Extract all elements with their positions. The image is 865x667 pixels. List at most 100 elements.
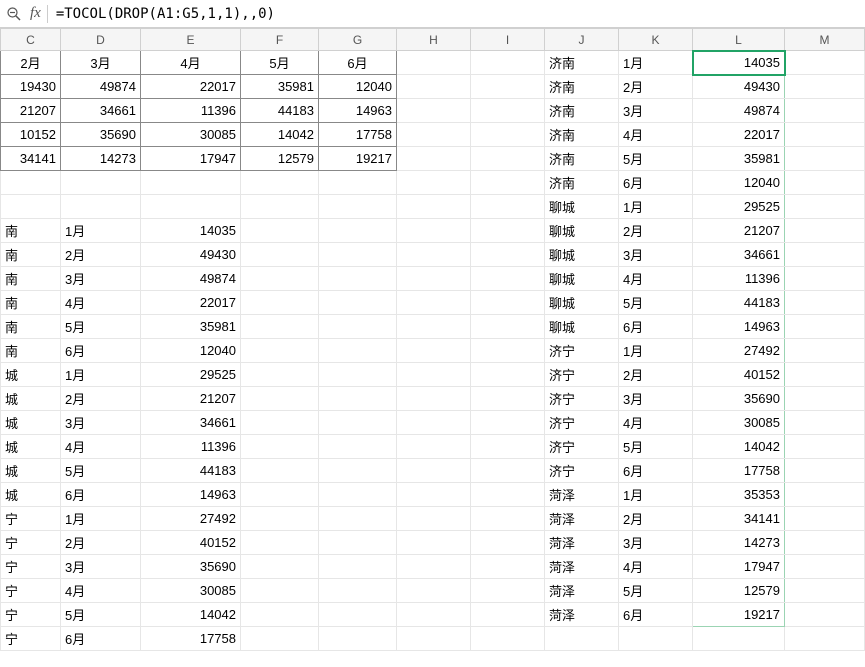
cell-G15[interactable] — [319, 387, 397, 411]
cell-J8[interactable]: 聊城 — [545, 219, 619, 243]
cell-E6[interactable] — [141, 171, 241, 195]
spreadsheet-grid[interactable]: CDEFGHIJKLM2月3月4月5月6月济南1月140351943049874… — [0, 28, 865, 651]
cell-J24[interactable]: 菏泽 — [545, 603, 619, 627]
cell-J5[interactable]: 济南 — [545, 147, 619, 171]
cell-M10[interactable] — [785, 267, 865, 291]
cell-J1[interactable]: 济南 — [545, 51, 619, 75]
cell-F21[interactable] — [241, 531, 319, 555]
cell-L2[interactable]: 49430 — [693, 75, 785, 99]
cell-E4[interactable]: 30085 — [141, 123, 241, 147]
cell-E5[interactable]: 17947 — [141, 147, 241, 171]
cell-M18[interactable] — [785, 459, 865, 483]
cell-C10[interactable]: 南 — [1, 267, 61, 291]
cell-M1[interactable] — [785, 51, 865, 75]
cell-L22[interactable]: 17947 — [693, 555, 785, 579]
cell-H22[interactable] — [397, 555, 471, 579]
cell-L3[interactable]: 49874 — [693, 99, 785, 123]
cell-F18[interactable] — [241, 459, 319, 483]
cell-G3[interactable]: 14963 — [319, 99, 397, 123]
cell-J11[interactable]: 聊城 — [545, 291, 619, 315]
cell-E9[interactable]: 49430 — [141, 243, 241, 267]
cell-I13[interactable] — [471, 339, 545, 363]
cell-M2[interactable] — [785, 75, 865, 99]
cell-K21[interactable]: 3月 — [619, 531, 693, 555]
cell-J10[interactable]: 聊城 — [545, 267, 619, 291]
cell-K3[interactable]: 3月 — [619, 99, 693, 123]
cell-D19[interactable]: 6月 — [61, 483, 141, 507]
cell-J3[interactable]: 济南 — [545, 99, 619, 123]
cell-G17[interactable] — [319, 435, 397, 459]
cell-I24[interactable] — [471, 603, 545, 627]
cell-I9[interactable] — [471, 243, 545, 267]
cell-J21[interactable]: 菏泽 — [545, 531, 619, 555]
cell-I4[interactable] — [471, 123, 545, 147]
cell-I15[interactable] — [471, 387, 545, 411]
cell-G1[interactable]: 6月 — [319, 51, 397, 75]
cell-D20[interactable]: 1月 — [61, 507, 141, 531]
cell-F3[interactable]: 44183 — [241, 99, 319, 123]
cell-D15[interactable]: 2月 — [61, 387, 141, 411]
cell-D13[interactable]: 6月 — [61, 339, 141, 363]
cell-G21[interactable] — [319, 531, 397, 555]
cell-J12[interactable]: 聊城 — [545, 315, 619, 339]
col-header-C[interactable]: C — [1, 29, 61, 51]
cell-D6[interactable] — [61, 171, 141, 195]
cell-J17[interactable]: 济宁 — [545, 435, 619, 459]
cell-C25[interactable]: 宁 — [1, 627, 61, 651]
cell-L20[interactable]: 34141 — [693, 507, 785, 531]
cell-D23[interactable]: 4月 — [61, 579, 141, 603]
cell-C18[interactable]: 城 — [1, 459, 61, 483]
cell-J4[interactable]: 济南 — [545, 123, 619, 147]
cell-M16[interactable] — [785, 411, 865, 435]
col-header-M[interactable]: M — [785, 29, 865, 51]
zoom-out-icon[interactable] — [4, 4, 24, 24]
cell-E2[interactable]: 22017 — [141, 75, 241, 99]
cell-J19[interactable]: 菏泽 — [545, 483, 619, 507]
cell-M25[interactable] — [785, 627, 865, 651]
cell-K8[interactable]: 2月 — [619, 219, 693, 243]
cell-I21[interactable] — [471, 531, 545, 555]
cell-D17[interactable]: 4月 — [61, 435, 141, 459]
cell-E18[interactable]: 44183 — [141, 459, 241, 483]
cell-I6[interactable] — [471, 171, 545, 195]
cell-I16[interactable] — [471, 411, 545, 435]
cell-E16[interactable]: 34661 — [141, 411, 241, 435]
cell-H10[interactable] — [397, 267, 471, 291]
cell-F23[interactable] — [241, 579, 319, 603]
cell-G11[interactable] — [319, 291, 397, 315]
cell-L18[interactable]: 17758 — [693, 459, 785, 483]
col-header-I[interactable]: I — [471, 29, 545, 51]
cell-D25[interactable]: 6月 — [61, 627, 141, 651]
cell-L16[interactable]: 30085 — [693, 411, 785, 435]
cell-I12[interactable] — [471, 315, 545, 339]
cell-J25[interactable] — [545, 627, 619, 651]
cell-K17[interactable]: 5月 — [619, 435, 693, 459]
cell-G5[interactable]: 19217 — [319, 147, 397, 171]
cell-K12[interactable]: 6月 — [619, 315, 693, 339]
cell-G2[interactable]: 12040 — [319, 75, 397, 99]
cell-L12[interactable]: 14963 — [693, 315, 785, 339]
cell-C2[interactable]: 19430 — [1, 75, 61, 99]
cell-D3[interactable]: 34661 — [61, 99, 141, 123]
cell-F5[interactable]: 12579 — [241, 147, 319, 171]
cell-I14[interactable] — [471, 363, 545, 387]
cell-H13[interactable] — [397, 339, 471, 363]
cell-H8[interactable] — [397, 219, 471, 243]
cell-K13[interactable]: 1月 — [619, 339, 693, 363]
cell-L25[interactable] — [693, 627, 785, 651]
cell-E20[interactable]: 27492 — [141, 507, 241, 531]
cell-C5[interactable]: 34141 — [1, 147, 61, 171]
cell-I23[interactable] — [471, 579, 545, 603]
cell-I25[interactable] — [471, 627, 545, 651]
cell-D2[interactable]: 49874 — [61, 75, 141, 99]
cell-D8[interactable]: 1月 — [61, 219, 141, 243]
cell-E17[interactable]: 11396 — [141, 435, 241, 459]
cell-I3[interactable] — [471, 99, 545, 123]
cell-J18[interactable]: 济宁 — [545, 459, 619, 483]
cell-E13[interactable]: 12040 — [141, 339, 241, 363]
cell-I8[interactable] — [471, 219, 545, 243]
cell-K4[interactable]: 4月 — [619, 123, 693, 147]
cell-L7[interactable]: 29525 — [693, 195, 785, 219]
cell-L10[interactable]: 11396 — [693, 267, 785, 291]
cell-K19[interactable]: 1月 — [619, 483, 693, 507]
